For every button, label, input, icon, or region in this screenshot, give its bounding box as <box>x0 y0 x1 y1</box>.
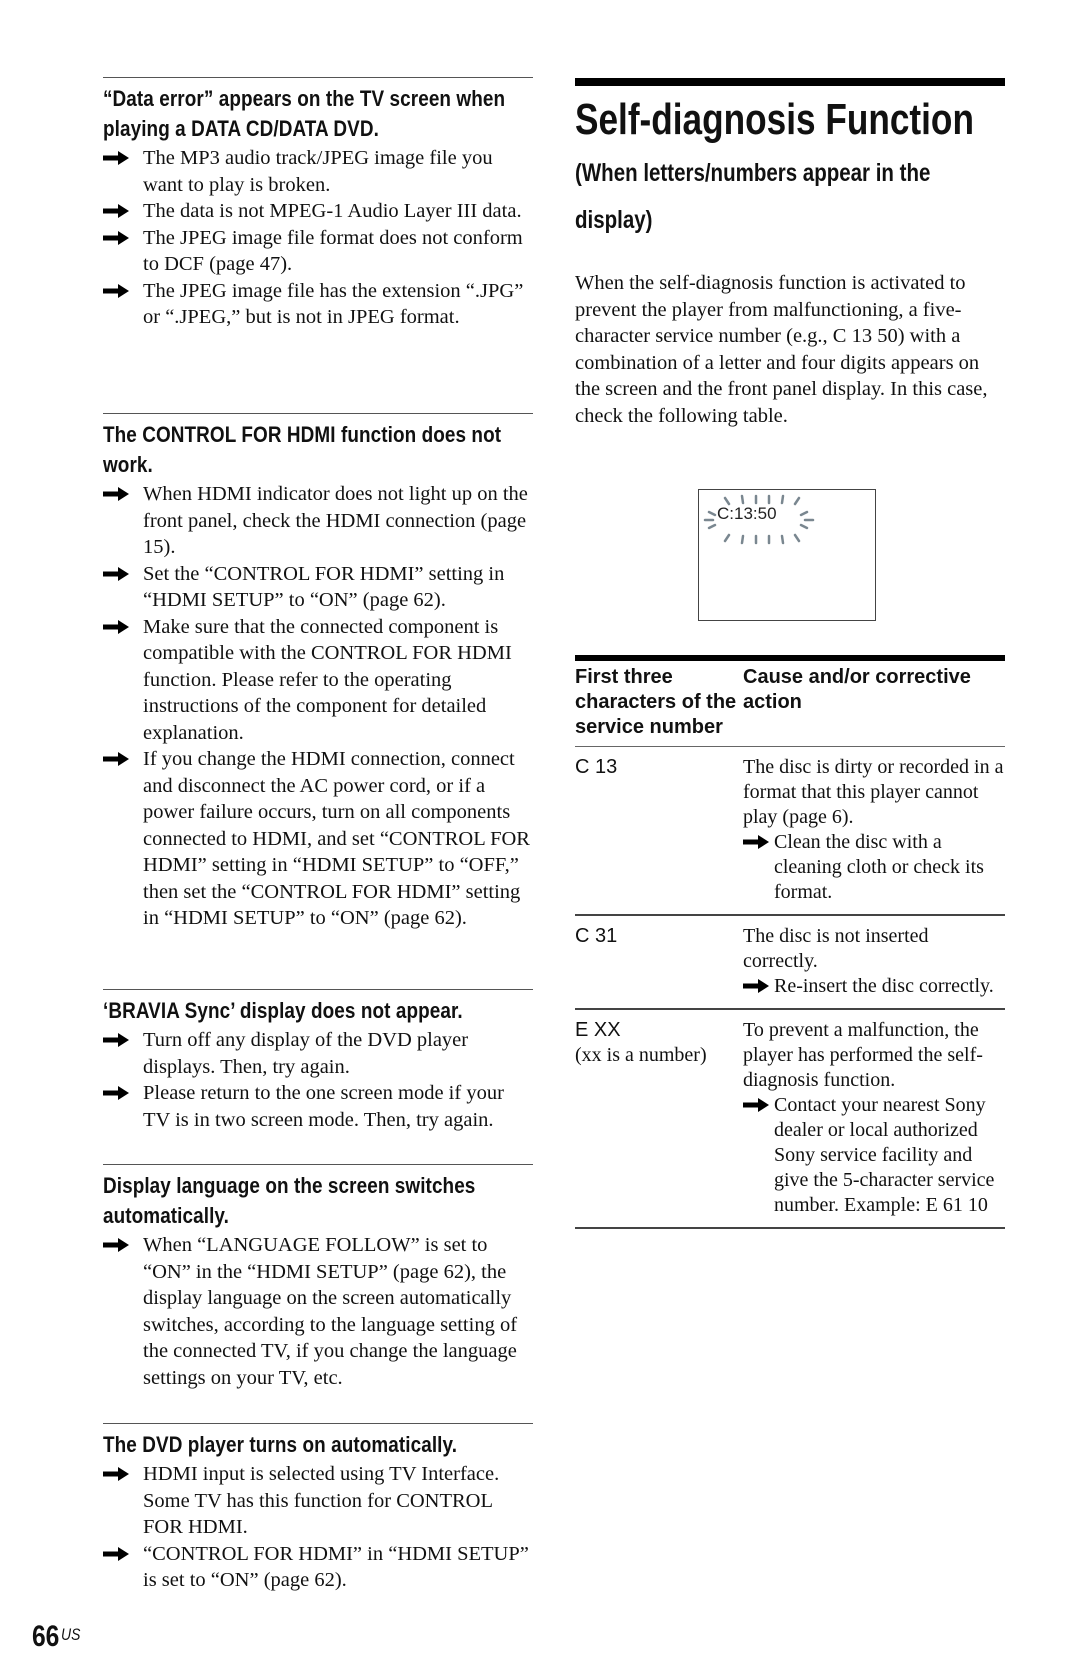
section-title: The DVD player turns on automatically. <box>103 1432 458 1457</box>
bullet-item: Turn off any display of the DVD player d… <box>103 1027 533 1080</box>
code-cell: C 31 <box>575 924 743 999</box>
code-cell: C 13 <box>575 755 743 905</box>
corrective-action: Contact your nearest Sony dealer or loca… <box>743 1093 1005 1218</box>
service-code: E XX <box>575 1019 621 1041</box>
arrow-right-icon <box>103 1033 131 1047</box>
action-text: Re-insert the disc correctly. <box>774 975 994 997</box>
header-cause-action: Cause and/or corrective action <box>743 666 971 713</box>
bullet-list: The MP3 audio track/JPEG image file you … <box>103 145 533 331</box>
bullet-item: When HDMI indicator does not light up on… <box>103 481 533 561</box>
cause-text: The disc is not inserted correctly. <box>743 925 929 972</box>
corrective-action: Clean the disc with a cleaning cloth or … <box>743 830 1005 905</box>
arrow-right-icon <box>103 752 131 766</box>
arrow-right-icon <box>103 283 131 298</box>
page-title: Self-diagnosis Function <box>575 95 974 144</box>
section-divider <box>103 1164 533 1165</box>
bullet-item: The MP3 audio track/JPEG image file you … <box>103 145 533 198</box>
bullet-list: Turn off any display of the DVD player d… <box>103 1027 533 1133</box>
section-bravia-sync: ‘BRAVIA Sync’ display does not appear. T… <box>103 989 533 1133</box>
service-code: C 31 <box>575 925 618 947</box>
bullet-list: When HDMI indicator does not light up on… <box>103 481 533 932</box>
display-readout: C:13:50 <box>717 504 777 523</box>
arrow-right-icon <box>103 487 131 501</box>
arrow-right-icon <box>103 151 131 165</box>
arrow-right-icon <box>103 619 131 634</box>
bullet-text: If you change the HDMI connection, conne… <box>143 748 530 929</box>
section-title: The CONTROL FOR HDMI function does not w… <box>103 422 502 477</box>
bullet-text: Set the “CONTROL FOR HDMI” setting in “H… <box>143 562 505 612</box>
bullet-text: When HDMI indicator does not light up on… <box>143 483 528 558</box>
corrective-action: Re-insert the disc correctly. <box>743 974 1005 999</box>
arrow-right-icon <box>103 1086 131 1100</box>
table-header: First three characters of the service nu… <box>575 655 1005 747</box>
display-illustration: C:13:50 <box>698 489 876 621</box>
arrow-right-icon <box>743 835 771 849</box>
arrow-right-icon <box>103 1238 131 1252</box>
action-text: Contact your nearest Sony dealer or loca… <box>774 1094 995 1216</box>
action-text: Clean the disc with a cleaning cloth or … <box>774 831 984 903</box>
arrow-right-icon <box>103 1467 131 1481</box>
bullet-text: The JPEG image file has the extension “.… <box>143 279 524 329</box>
bullet-item: If you change the HDMI connection, conne… <box>103 746 533 932</box>
page-number: 66US <box>32 1620 80 1654</box>
service-code: C 13 <box>575 756 618 778</box>
arrow-right-icon <box>103 230 131 245</box>
bullet-text: When “LANGUAGE FOLLOW” is set to “ON” in… <box>143 1234 518 1389</box>
bullet-item: “CONTROL FOR HDMI” in “HDMI SETUP” is se… <box>103 1541 533 1594</box>
section-title: Display language on the screen switches … <box>103 1173 476 1228</box>
bullet-list: HDMI input is selected using TV Interfac… <box>103 1461 533 1594</box>
section-divider <box>103 77 533 78</box>
bullet-text: Turn off any display of the DVD player d… <box>143 1029 469 1078</box>
service-code-note: (xx is a number) <box>575 1044 707 1066</box>
code-cell: E XX (xx is a number) <box>575 1018 743 1218</box>
bullet-item: Set the “CONTROL FOR HDMI” setting in “H… <box>103 561 533 614</box>
header-service-number: First three characters of the service nu… <box>575 666 737 738</box>
cause-cell: The disc is dirty or recorded in a forma… <box>743 755 1005 905</box>
section-data-error: “Data error” appears on the TV screen wh… <box>103 77 533 331</box>
bullet-item: Make sure that the connected component i… <box>103 614 533 747</box>
section-auto-power-on: The DVD player turns on automatically. H… <box>103 1423 533 1594</box>
page-subtitle: (When letters/numbers appear in the disp… <box>575 159 931 234</box>
heading-bar <box>575 78 1005 86</box>
bullet-text: Please return to the one screen mode if … <box>143 1082 504 1131</box>
service-number-table: First three characters of the service nu… <box>575 655 1005 1229</box>
bullet-text: HDMI input is selected using TV Interfac… <box>143 1463 500 1538</box>
arrow-right-icon <box>103 1546 131 1561</box>
arrow-right-icon <box>743 979 771 993</box>
section-control-for-hdmi: The CONTROL FOR HDMI function does not w… <box>103 413 533 932</box>
bullet-text: Make sure that the connected component i… <box>143 615 512 744</box>
table-row: C 31 The disc is not inserted correctly.… <box>575 916 1005 1010</box>
table-row: C 13 The disc is dirty or recorded in a … <box>575 747 1005 916</box>
cause-text: The disc is dirty or recorded in a forma… <box>743 756 1004 828</box>
cause-cell: To prevent a malfunction, the player has… <box>743 1018 1005 1218</box>
cause-cell: The disc is not inserted correctly. Re-i… <box>743 924 1005 999</box>
arrow-right-icon <box>103 204 131 218</box>
bullet-text: The JPEG image file format does not conf… <box>143 226 523 276</box>
page-region-suffix: US <box>61 1625 81 1644</box>
bullet-text: The data is not MPEG-1 Audio Layer III d… <box>143 200 522 222</box>
bullet-text: “CONTROL FOR HDMI” in “HDMI SETUP” is se… <box>143 1542 529 1592</box>
section-title: “Data error” appears on the TV screen wh… <box>103 86 506 141</box>
bullet-list: When “LANGUAGE FOLLOW” is set to “ON” in… <box>103 1232 533 1391</box>
bullet-item: The JPEG image file format does not conf… <box>103 225 533 278</box>
cause-text: To prevent a malfunction, the player has… <box>743 1019 983 1091</box>
section-title: ‘BRAVIA Sync’ display does not appear. <box>103 998 463 1023</box>
bullet-item: Please return to the one screen mode if … <box>103 1080 533 1133</box>
bullet-item: The JPEG image file has the extension “.… <box>103 278 533 331</box>
arrow-right-icon <box>743 1098 771 1112</box>
bullet-text: The MP3 audio track/JPEG image file you … <box>143 147 493 196</box>
section-divider <box>103 413 533 414</box>
intro-paragraph: When the self-diagnosis function is acti… <box>575 272 988 427</box>
section-display-language: Display language on the screen switches … <box>103 1164 533 1391</box>
bullet-item: When “LANGUAGE FOLLOW” is set to “ON” in… <box>103 1232 533 1391</box>
section-divider <box>103 989 533 990</box>
section-divider <box>103 1423 533 1424</box>
table-row: E XX (xx is a number) To prevent a malfu… <box>575 1010 1005 1229</box>
arrow-right-icon <box>103 566 131 581</box>
bullet-item: HDMI input is selected using TV Interfac… <box>103 1461 533 1541</box>
bullet-item: The data is not MPEG-1 Audio Layer III d… <box>103 198 533 225</box>
page-number-value: 66 <box>32 1620 60 1653</box>
